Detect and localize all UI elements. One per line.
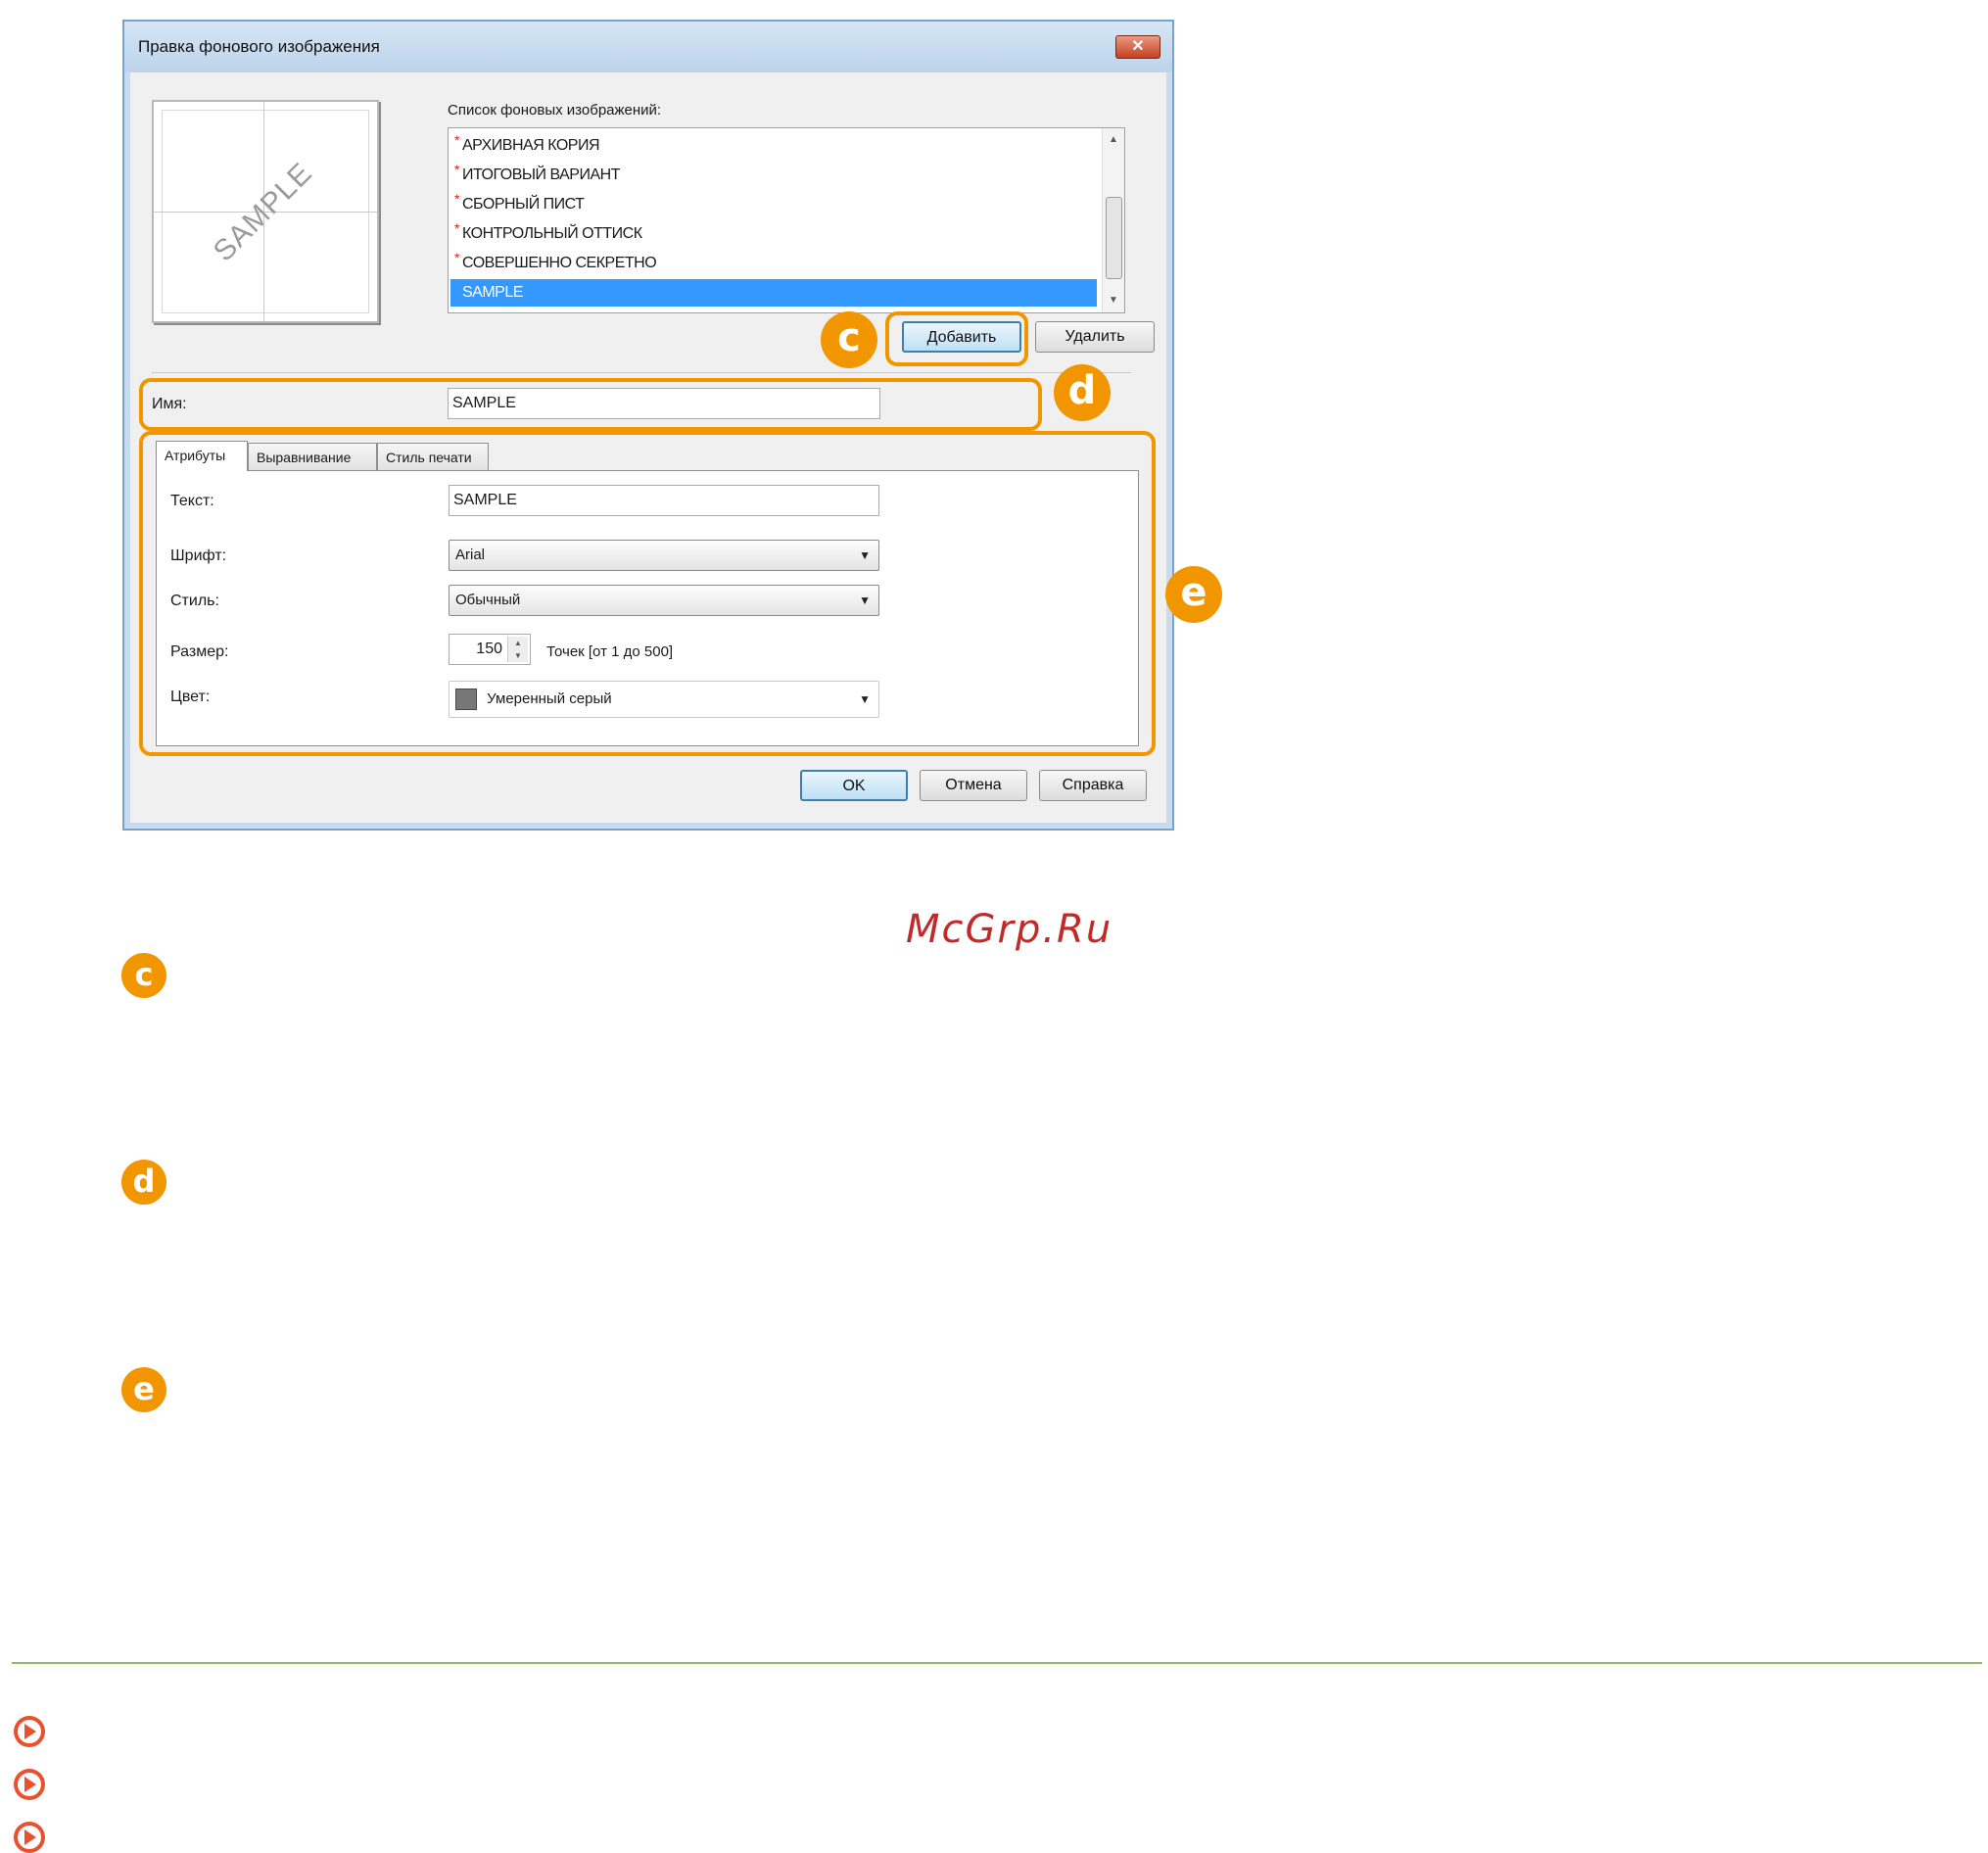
related-link-arrow-icon[interactable] <box>14 1822 45 1853</box>
close-button[interactable]: ✕ <box>1115 35 1160 59</box>
site-watermark: McGrp.Ru <box>906 907 1113 952</box>
description-d-badge: d <box>121 1160 166 1205</box>
scroll-down-icon[interactable]: ▼ <box>1103 291 1124 310</box>
list-item[interactable]: * СБОРНЫЙ ПИСТ <box>450 191 1097 218</box>
list-item-label: ИТОГОВЫЙ ВАРИАНТ <box>462 166 620 183</box>
callout-e-highlight <box>139 431 1156 756</box>
dialog-title: Правка фонового изображения <box>138 37 380 56</box>
footer-divider <box>12 1662 1982 1664</box>
list-scrollbar[interactable]: ▲ ▼ <box>1102 128 1124 312</box>
background-list[interactable]: * АРХИВНАЯ КОРИЯ * ИТОГОВЫЙ ВАРИАНТ * СБ… <box>448 127 1125 313</box>
background-list-label: Список фоновых изображений: <box>448 102 662 119</box>
list-item-label: SAMPLE <box>462 284 523 301</box>
related-link-arrow-icon[interactable] <box>14 1716 45 1747</box>
separator <box>152 372 1131 373</box>
list-item[interactable]: * КОНТРОЛЬНЫЙ ОТТИСК <box>450 220 1097 248</box>
close-icon: ✕ <box>1131 38 1145 55</box>
scroll-thumb[interactable] <box>1106 197 1122 279</box>
list-item-label: СОВЕРШЕННО СЕКРЕТНО <box>462 255 657 271</box>
list-item[interactable]: * АРХИВНАЯ КОРИЯ <box>450 132 1097 160</box>
list-item-label: СБОРНЫЙ ПИСТ <box>462 196 585 213</box>
list-item-label: АРХИВНАЯ КОРИЯ <box>462 137 600 154</box>
callout-d-highlight <box>139 378 1042 431</box>
list-item-label: КОНТРОЛЬНЫЙ ОТТИСК <box>462 225 642 242</box>
ok-button[interactable]: OK <box>800 770 908 801</box>
callout-c-badge: c <box>821 311 877 368</box>
cancel-button[interactable]: Отмена <box>920 770 1027 801</box>
callout-c-highlight <box>885 311 1028 366</box>
preset-star-icon: * <box>454 220 459 236</box>
related-link-arrow-icon[interactable] <box>14 1769 45 1800</box>
delete-button[interactable]: Удалить <box>1035 321 1155 353</box>
callout-e-badge: e <box>1165 566 1222 623</box>
tab-attributes[interactable]: Атрибуты <box>156 441 248 471</box>
preset-star-icon: * <box>454 162 459 177</box>
description-e-badge: e <box>121 1367 166 1412</box>
scroll-up-icon[interactable]: ▲ <box>1103 130 1124 150</box>
list-item[interactable]: * ИТОГОВЫЙ ВАРИАНТ <box>450 162 1097 189</box>
preset-star-icon: * <box>454 132 459 148</box>
callout-d-badge: d <box>1054 364 1111 421</box>
list-item-selected[interactable]: SAMPLE <box>450 279 1097 307</box>
dialog-titlebar: Правка фонового изображения ✕ <box>124 22 1172 72</box>
preset-star-icon: * <box>454 250 459 265</box>
preset-star-icon: * <box>454 191 459 207</box>
background-preview: SAMPLE <box>152 100 379 323</box>
list-item[interactable]: * СОВЕРШЕННО СЕКРЕТНО <box>450 250 1097 277</box>
description-c-badge: c <box>121 953 166 998</box>
help-button[interactable]: Справка <box>1039 770 1147 801</box>
